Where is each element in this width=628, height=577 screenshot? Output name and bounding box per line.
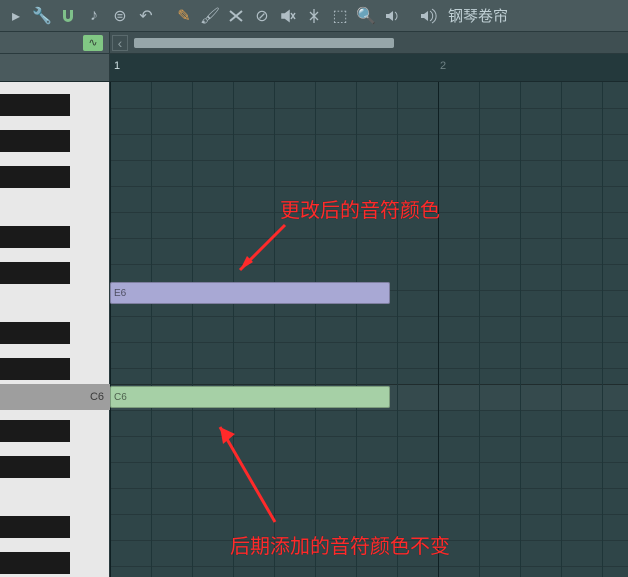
black-key[interactable] xyxy=(0,166,70,188)
pencil-icon[interactable]: ✎ xyxy=(172,4,196,28)
sound-icon[interactable] xyxy=(416,4,440,28)
ruler-row: 1 2 xyxy=(0,54,628,82)
stamp-icon[interactable]: ⊜ xyxy=(108,4,132,28)
black-key[interactable] xyxy=(0,420,70,442)
black-key[interactable] xyxy=(0,226,70,248)
timeline-ruler[interactable]: 1 2 xyxy=(110,54,628,81)
black-key[interactable] xyxy=(0,322,70,344)
slice-icon[interactable] xyxy=(302,4,326,28)
undo-icon[interactable]: ↶ xyxy=(134,4,158,28)
black-key[interactable] xyxy=(0,130,70,152)
bar-number-1: 1 xyxy=(114,60,120,72)
black-key[interactable] xyxy=(0,358,70,380)
black-key[interactable] xyxy=(0,94,70,116)
note-grid[interactable]: E6 C6 更改后的音符颜色 后期添加的音符颜色不变 xyxy=(110,82,628,577)
zoom-icon[interactable]: 🔍 xyxy=(354,4,378,28)
erase-icon[interactable] xyxy=(224,4,248,28)
sub-left: ∿ xyxy=(0,32,110,53)
select-icon[interactable]: ⬚ xyxy=(328,4,352,28)
toolbar: ▸ 🔧 ♪ ⊜ ↶ ✎ 🖌 ⊘ ⬚ 🔍 钢琴卷帘 xyxy=(0,0,628,32)
noentry-icon[interactable]: ⊘ xyxy=(250,4,274,28)
window-title: 钢琴卷帘 xyxy=(448,5,508,26)
octave-label-text: C6 xyxy=(90,391,104,403)
note-icon[interactable]: ♪ xyxy=(82,4,106,28)
note-c6[interactable]: C6 xyxy=(110,386,390,408)
magnet-icon[interactable] xyxy=(56,4,80,28)
dropdown-arrow-icon[interactable]: ▸ xyxy=(4,4,28,28)
annotation-bottom: 后期添加的音符颜色不变 xyxy=(230,530,450,559)
annotation-top: 更改后的音符颜色 xyxy=(280,194,440,223)
black-key[interactable] xyxy=(0,456,70,478)
brush-icon[interactable]: 🖌 xyxy=(198,4,222,28)
black-key[interactable] xyxy=(0,262,70,284)
horizontal-scrollbar[interactable] xyxy=(134,38,394,48)
horizontal-scroll-area: ‹ xyxy=(110,32,628,53)
arrow-top xyxy=(225,220,295,290)
octave-label-c6[interactable]: C6 xyxy=(0,384,110,410)
note-e6[interactable]: E6 xyxy=(110,282,390,304)
sub-toolbar: ∿ ‹ xyxy=(0,32,628,54)
black-key[interactable] xyxy=(0,516,70,538)
volume-icon[interactable] xyxy=(380,4,404,28)
waveform-button[interactable]: ∿ xyxy=(83,35,103,51)
ruler-corner xyxy=(0,54,110,81)
scroll-back-button[interactable]: ‹ xyxy=(112,35,128,51)
piano-roll-main: C6 xyxy=(0,82,628,577)
note-label: C6 xyxy=(114,392,127,403)
wrench-icon[interactable]: 🔧 xyxy=(30,4,54,28)
bar-number-2: 2 xyxy=(440,60,446,72)
piano-keyboard[interactable]: C6 xyxy=(0,82,110,577)
note-label: E6 xyxy=(114,288,126,299)
black-key[interactable] xyxy=(0,552,70,574)
mute-icon[interactable] xyxy=(276,4,300,28)
